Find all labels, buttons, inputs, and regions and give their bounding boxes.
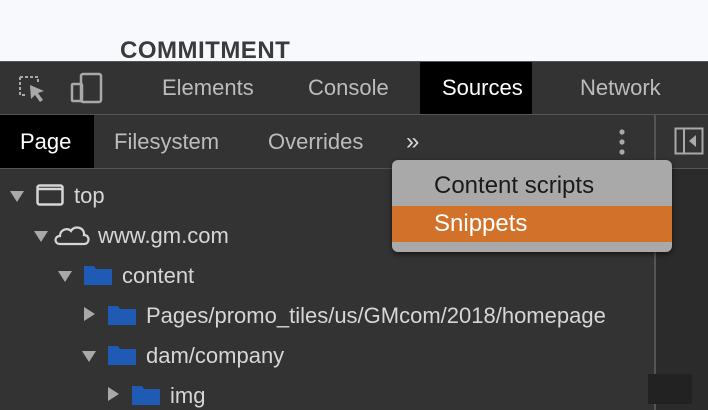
tab-sources[interactable]: Sources <box>420 62 532 114</box>
tree-item-folder[interactable]: content <box>0 254 654 294</box>
expand-arrow-icon[interactable] <box>82 351 96 362</box>
tree-item-folder[interactable]: img <box>0 374 654 410</box>
tree-item-label: dam/company <box>146 343 285 368</box>
cloud-icon <box>54 226 90 246</box>
menu-item-content-scripts[interactable]: Content scripts <box>392 168 672 204</box>
tree-item-label: top <box>74 183 105 208</box>
tab-network[interactable]: Network <box>558 62 683 114</box>
tree-item-label: img <box>170 383 206 408</box>
tab-elements[interactable]: Elements <box>140 62 276 114</box>
page-heading: COMMITMENT <box>120 37 291 61</box>
collapse-arrow-icon[interactable] <box>84 307 95 321</box>
tree-item-label: www.gm.com <box>98 223 229 248</box>
tree-item-folder[interactable]: dam/company <box>0 334 654 374</box>
tree-item-label: content <box>122 263 195 288</box>
folder-icon <box>132 386 160 405</box>
expand-arrow-icon[interactable] <box>10 191 24 202</box>
toggle-sidebar-icon[interactable] <box>674 127 704 155</box>
webpage-background: COMMITMENT <box>0 0 708 61</box>
menu-item-snippets[interactable]: Snippets <box>392 206 672 242</box>
more-options-kebab-icon[interactable] <box>615 127 629 159</box>
tree-item-folder[interactable]: Pages/promo_tiles/us/GMcom/2018/homepage <box>0 294 654 334</box>
folder-icon <box>108 306 136 325</box>
device-toolbar-icon[interactable] <box>70 72 104 104</box>
collapse-arrow-icon[interactable] <box>108 387 119 401</box>
tab-page[interactable]: Page <box>0 115 94 168</box>
more-tabs-menu: Content scripts Snippets <box>392 160 672 252</box>
expand-arrow-icon[interactable] <box>58 271 72 282</box>
devtools-main-toolbar: Elements Console Sources Network <box>0 61 708 115</box>
expand-arrow-icon[interactable] <box>34 231 48 242</box>
folder-icon <box>108 346 136 365</box>
tree-item-label: Pages/promo_tiles/us/GMcom/2018/homepage <box>146 303 606 328</box>
frame-icon <box>36 184 64 206</box>
folder-icon <box>84 266 112 285</box>
inspect-element-icon[interactable] <box>18 75 48 103</box>
tab-overrides[interactable]: Overrides <box>248 115 383 168</box>
obscured-region <box>648 374 692 404</box>
tab-console[interactable]: Console <box>286 62 411 114</box>
tab-filesystem[interactable]: Filesystem <box>94 115 239 168</box>
